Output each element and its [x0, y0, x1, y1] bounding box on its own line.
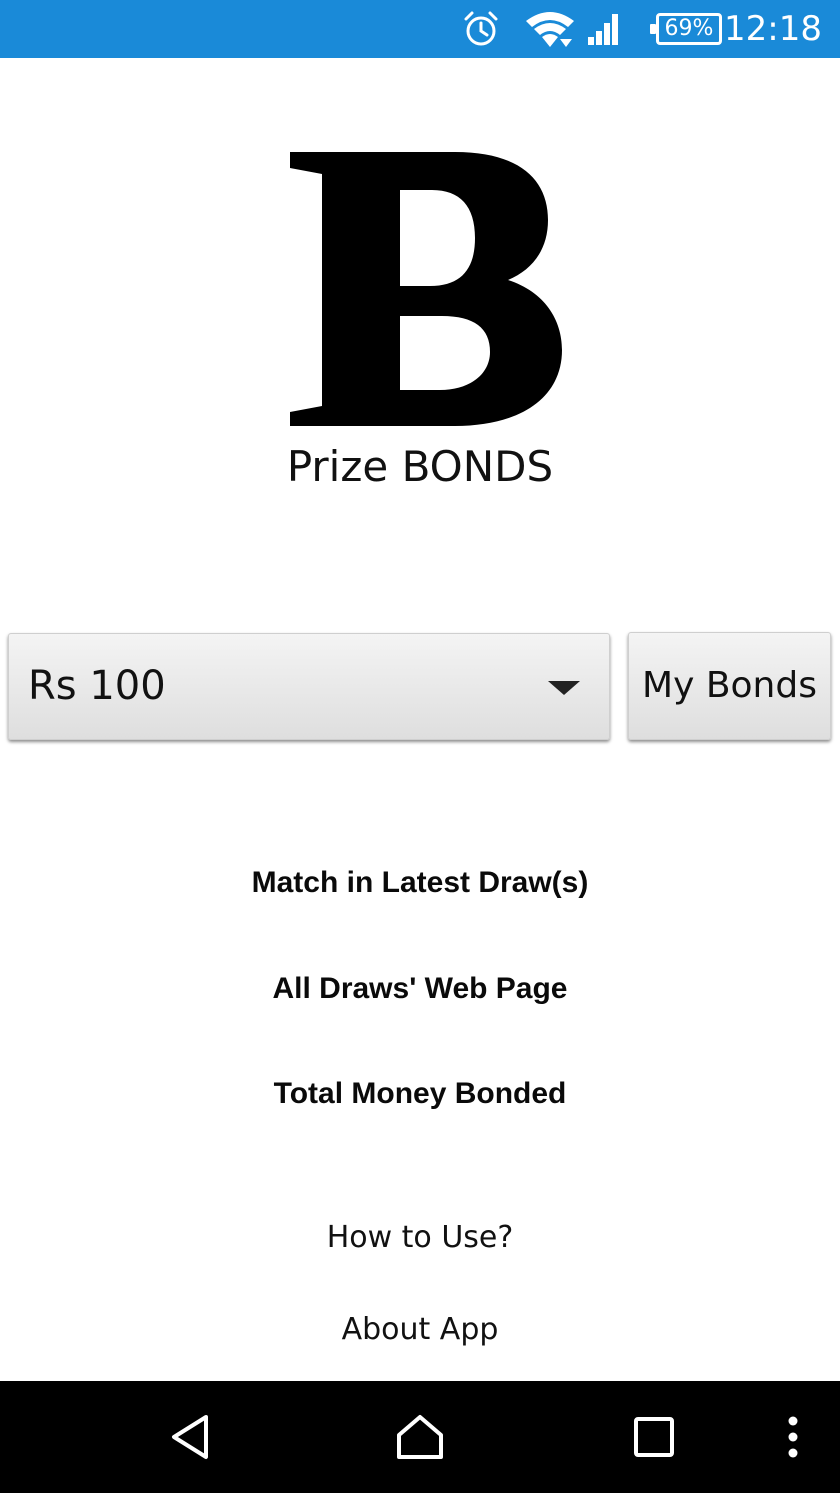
dropdown-arrow-icon: [548, 681, 580, 695]
home-icon[interactable]: [380, 1381, 460, 1493]
back-icon[interactable]: [150, 1381, 230, 1493]
total-money-bonded-link[interactable]: Total Money Bonded: [0, 1077, 840, 1111]
clock: 12:18: [724, 9, 822, 49]
more-options-icon[interactable]: [770, 1381, 816, 1493]
status-bar: 69% 12:18: [0, 0, 840, 58]
alarm-icon: [462, 0, 500, 58]
how-to-use-link[interactable]: How to Use?: [0, 1220, 840, 1255]
battery-percent: 69%: [664, 16, 714, 41]
cellular-signal-icon: [586, 0, 622, 58]
denomination-dropdown[interactable]: Rs 100: [8, 633, 610, 740]
logo-caption: Prize BONDS: [286, 442, 554, 491]
denomination-selected: Rs 100: [28, 663, 166, 709]
all-draws-web-page-link[interactable]: All Draws' Web Page: [0, 972, 840, 1006]
wifi-icon: [524, 0, 576, 58]
match-latest-draws-link[interactable]: Match in Latest Draw(s): [0, 866, 840, 900]
navigation-bar: [0, 1381, 840, 1493]
about-app-link[interactable]: About App: [0, 1312, 840, 1347]
recents-icon[interactable]: [614, 1381, 694, 1493]
app-logo: [270, 140, 570, 440]
my-bonds-button[interactable]: My Bonds: [628, 632, 831, 740]
battery-icon: 69%: [650, 13, 722, 45]
